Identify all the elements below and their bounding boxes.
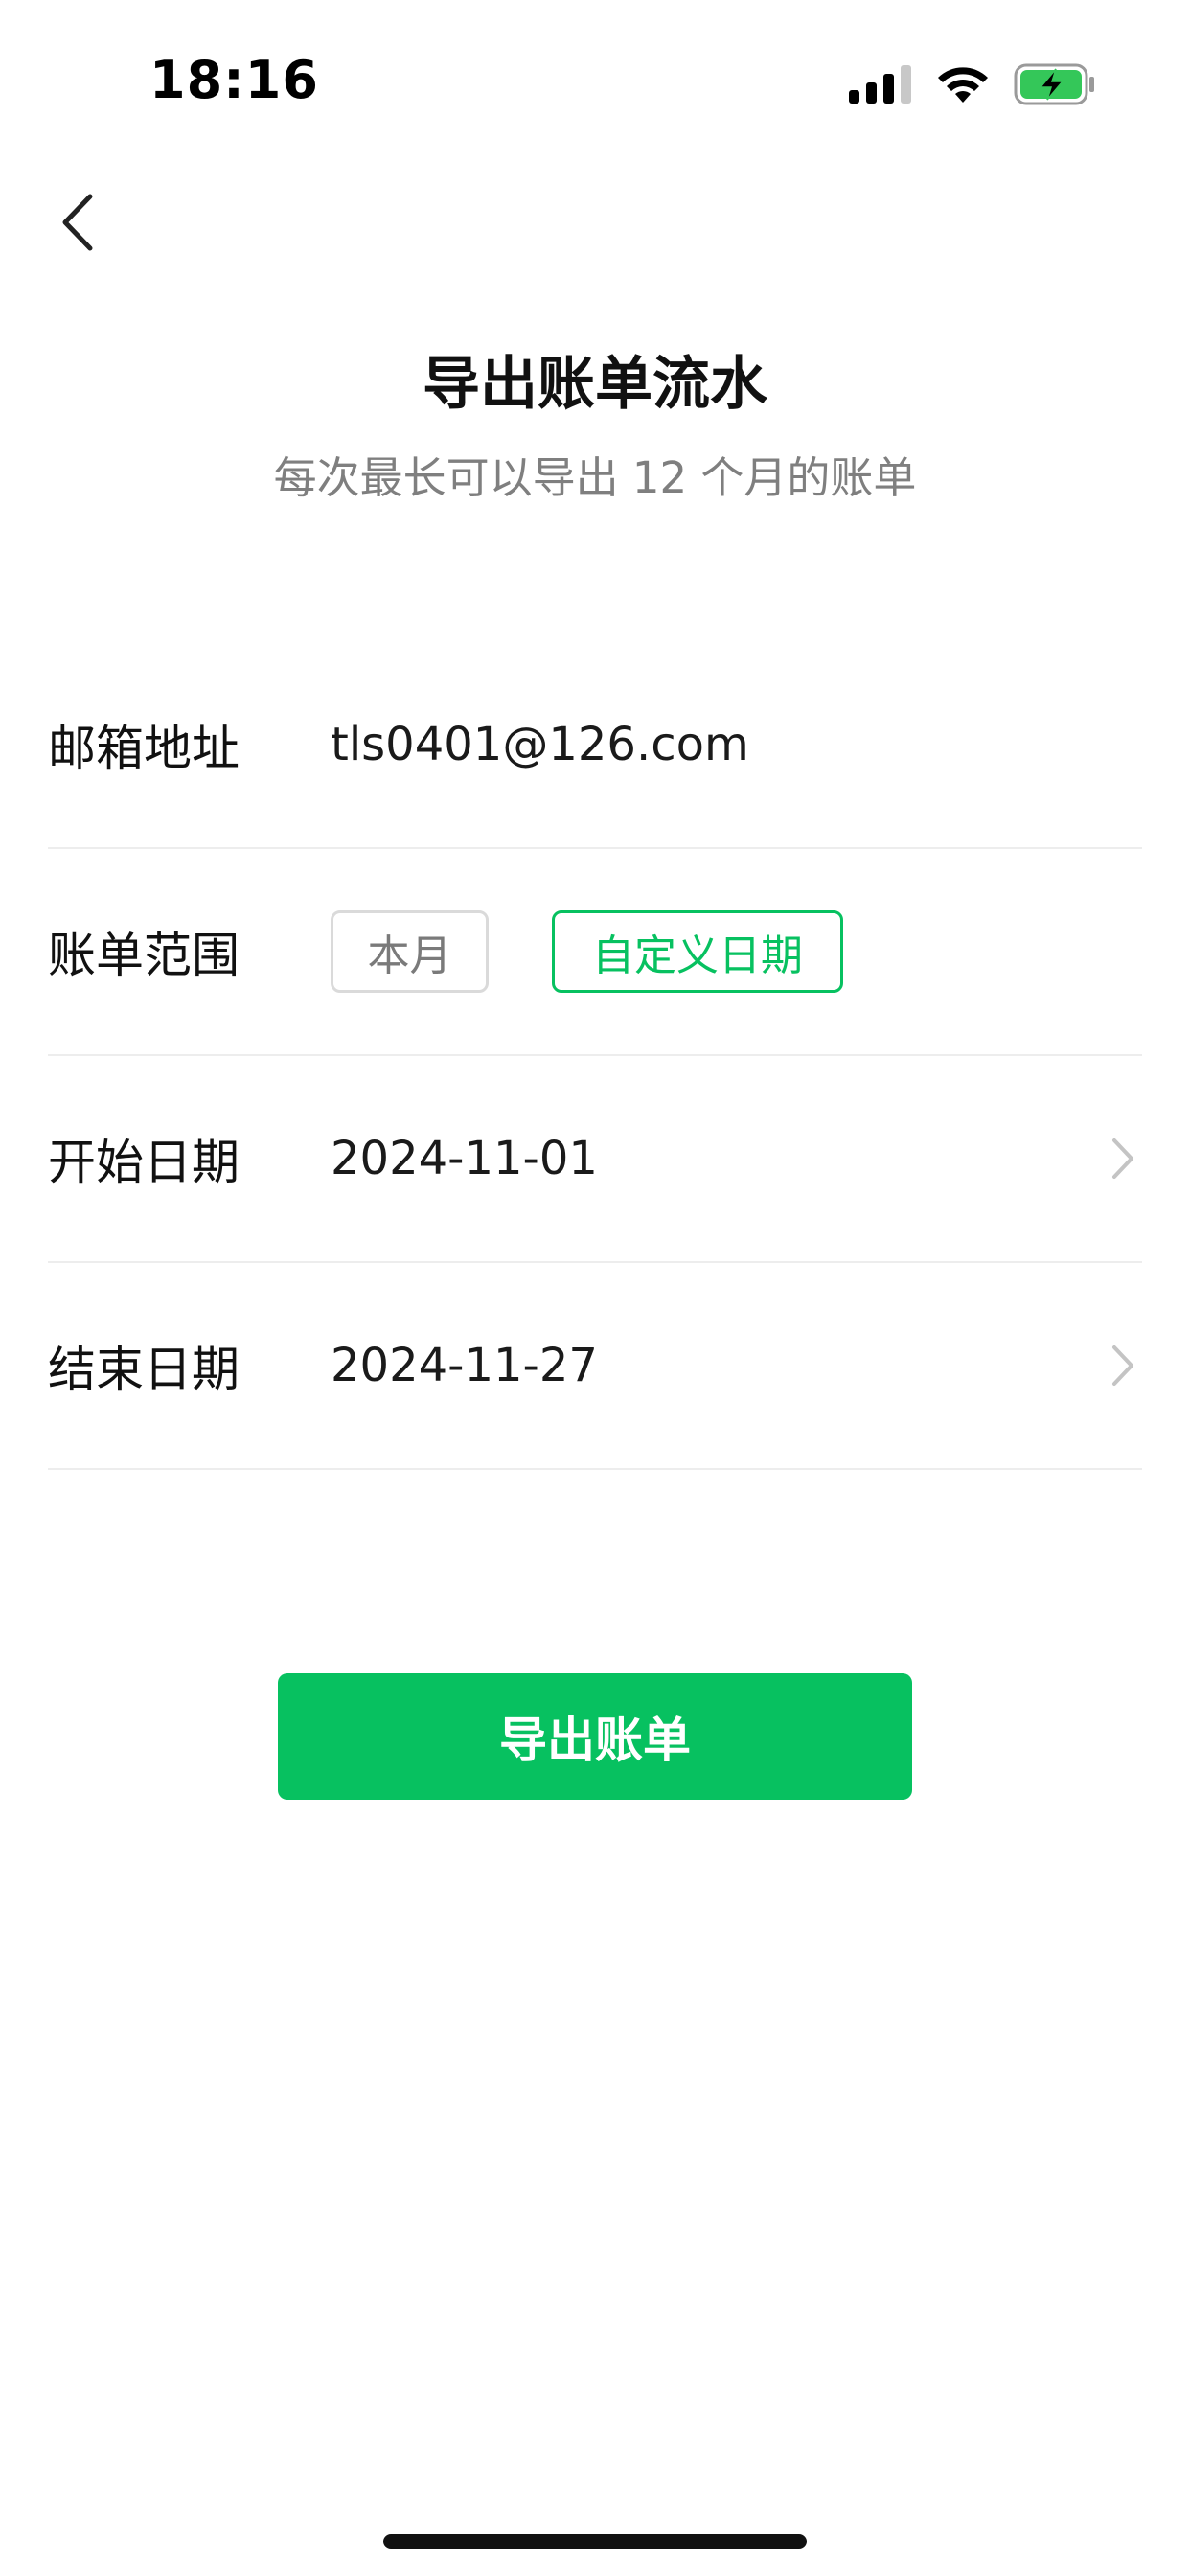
wifi-icon [935, 64, 991, 108]
page-title: 导出账单流水 [423, 351, 767, 418]
start-date-label: 开始日期 [48, 1135, 240, 1190]
range-label: 账单范围 [48, 928, 240, 983]
page-subtitle: 每次最长可以导出 12 个月的账单 [273, 452, 917, 503]
battery-charging-icon [1014, 63, 1096, 109]
chevron-left-icon [56, 191, 98, 258]
range-option-this-month[interactable]: 本月 [331, 910, 489, 993]
start-date-value: 2024-11-01 [331, 1132, 598, 1185]
export-bill-screen: 18:16 导出账单流水 每次最长可以导出 12 个月的账单 邮箱地址 tls0… [0, 0, 1190, 2576]
email-value[interactable]: tls0401@126.com [331, 718, 749, 771]
email-row[interactable]: 邮箱地址 tls0401@126.com [48, 642, 1142, 849]
start-date-row[interactable]: 开始日期 2024-11-01 [48, 1056, 1142, 1263]
end-date-row[interactable]: 结束日期 2024-11-27 [48, 1263, 1142, 1470]
status-bar: 18:16 [0, 0, 1190, 172]
chevron-right-icon [1104, 1130, 1142, 1187]
back-button[interactable] [46, 188, 107, 261]
end-date-label: 结束日期 [48, 1342, 240, 1397]
email-label: 邮箱地址 [48, 721, 240, 776]
home-indicator[interactable] [383, 2534, 807, 2549]
range-row: 账单范围 本月 自定义日期 [48, 849, 1142, 1056]
end-date-value: 2024-11-27 [331, 1339, 598, 1392]
cellular-signal-icon [849, 65, 912, 107]
chevron-right-icon [1104, 1337, 1142, 1394]
status-icons [849, 63, 1096, 109]
status-time: 18:16 [149, 50, 319, 110]
range-option-custom-date[interactable]: 自定义日期 [552, 910, 843, 993]
export-bill-button[interactable]: 导出账单 [278, 1673, 912, 1800]
export-form: 邮箱地址 tls0401@126.com 账单范围 本月 自定义日期 开始日期 … [48, 642, 1142, 1470]
